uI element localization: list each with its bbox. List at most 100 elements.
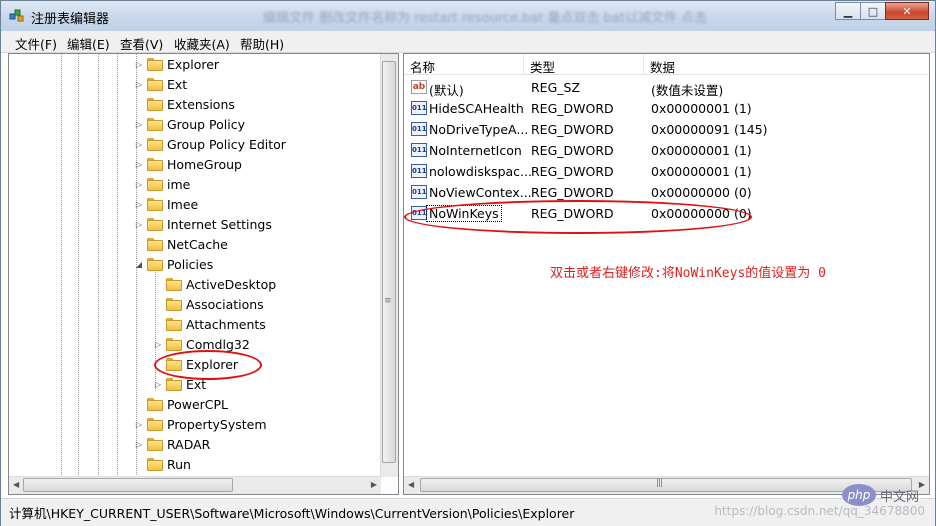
tree-guide-line xyxy=(78,54,79,477)
tree-item-label: Run xyxy=(167,456,191,472)
scroll-left-icon[interactable]: ◀ xyxy=(408,480,414,489)
expand-arrow-icon[interactable]: ▷ xyxy=(133,220,145,229)
title-bar[interactable]: 注册表编辑器 编辑文件 删改文件名称为 restart resource.bat… xyxy=(1,1,935,31)
menu-file[interactable]: 文件(F) xyxy=(15,34,57,53)
expand-arrow-icon[interactable]: ▷ xyxy=(133,60,145,69)
tree-item[interactable]: PowerCPL xyxy=(133,394,228,414)
tree-item[interactable]: ▷ HomeGroup xyxy=(133,154,242,174)
watermark-url: https://blog.csdn.net/qq_34678800 xyxy=(714,504,925,518)
scrollbar-thumb[interactable] xyxy=(420,478,912,492)
maximize-button[interactable]: □ xyxy=(860,2,886,20)
tree-item-label: Imee xyxy=(167,196,199,212)
folder-icon xyxy=(147,137,163,151)
minimize-icon: ▁ xyxy=(843,4,853,18)
expand-arrow-icon[interactable]: ▷ xyxy=(133,420,145,429)
tree-horizontal-scrollbar[interactable]: ◀ ▶ xyxy=(9,476,381,494)
menu-help[interactable]: 帮助(H) xyxy=(240,34,284,53)
tree-item[interactable]: ▷ ime xyxy=(133,174,190,194)
folder-icon xyxy=(147,57,163,71)
list-item[interactable]: 011 HideSCAHealth REG_DWORD 0x00000001 (… xyxy=(404,98,924,119)
expand-arrow-icon[interactable]: ▷ xyxy=(152,340,164,349)
tree-item-label: Ext xyxy=(167,76,188,92)
string-value-icon: ab xyxy=(411,80,427,94)
grip-icon: ≡ xyxy=(384,296,391,306)
scroll-right-icon[interactable]: ▶ xyxy=(371,480,377,489)
list-item[interactable]: 011 NoViewContex... REG_DWORD 0x00000000… xyxy=(404,182,924,203)
tree-item[interactable]: ▷ Group Policy Editor xyxy=(133,134,286,154)
dword-value-icon: 011 xyxy=(411,143,427,157)
menu-favorites[interactable]: 收藏夹(A) xyxy=(174,34,230,53)
tree-item-label: Group Policy Editor xyxy=(167,136,286,152)
value-data: 0x00000001 (1) xyxy=(651,143,752,158)
tree-item[interactable]: Associations xyxy=(152,294,264,314)
key-tree-pane[interactable]: ▷ Explorer ▷ Ext Extensions ▷ Group Policy … xyxy=(8,53,399,495)
highlight-ellipse xyxy=(154,350,262,380)
list-item[interactable]: 011 NoInternetIcon REG_DWORD 0x00000001 … xyxy=(404,140,924,161)
tree-item[interactable]: Run xyxy=(133,454,191,474)
tree-item[interactable]: ▷ Internet Settings xyxy=(133,214,272,234)
tree-item[interactable]: ▷ Ext xyxy=(133,74,187,94)
menu-edit[interactable]: 编辑(E) xyxy=(67,34,110,53)
maximize-icon: □ xyxy=(867,4,879,18)
expand-arrow-icon[interactable]: ▷ xyxy=(152,380,164,389)
expand-arrow-icon[interactable]: ▷ xyxy=(133,140,145,149)
annotation-text: 双击或者右键修改:将NoWinKeys的值设置为 0 xyxy=(550,266,826,281)
scrollbar-thumb[interactable] xyxy=(382,61,396,463)
expand-arrow-icon[interactable]: ▷ xyxy=(133,200,145,209)
tree-item[interactable]: Attachments xyxy=(152,314,266,334)
scroll-left-icon[interactable]: ◀ xyxy=(13,480,19,489)
close-icon: ✕ xyxy=(902,4,912,18)
value-type: REG_DWORD xyxy=(531,164,614,179)
folder-icon xyxy=(147,77,163,91)
close-button[interactable]: ✕ xyxy=(885,2,929,20)
tree-guide-line xyxy=(98,54,99,477)
value-data: 0x00000001 (1) xyxy=(651,101,752,116)
expand-arrow-icon[interactable]: ▷ xyxy=(133,160,145,169)
value-data: 0x00000000 (0) xyxy=(651,185,752,200)
list-item[interactable]: 011 NoDriveTypeA... REG_DWORD 0x00000091… xyxy=(404,119,924,140)
expand-arrow-icon[interactable]: ▷ xyxy=(133,180,145,189)
tree-item-label: Attachments xyxy=(186,316,266,332)
folder-icon xyxy=(147,417,163,431)
list-item[interactable]: ab (默认) REG_SZ (数值未设置) xyxy=(404,77,924,98)
tree-item[interactable]: ActiveDesktop xyxy=(152,274,276,294)
minimize-button[interactable]: ▁ xyxy=(835,2,861,20)
column-header-type[interactable]: 类型 xyxy=(524,54,644,75)
tree-guide-line xyxy=(117,54,118,477)
folder-icon xyxy=(147,177,163,191)
scrollbar-thumb[interactable] xyxy=(23,478,233,492)
tree-item[interactable]: ▷ Imee xyxy=(133,194,198,214)
value-type: REG_DWORD xyxy=(531,122,614,137)
tree-vertical-scrollbar[interactable]: ≡ xyxy=(380,54,398,477)
tree-item[interactable]: ▷ Explorer xyxy=(133,54,219,74)
php-logo: php xyxy=(841,484,876,506)
tree-item[interactable]: ▷ Group Policy xyxy=(133,114,245,134)
tree-item-label: Policies xyxy=(167,256,214,272)
tree-item[interactable]: ◢ Policies xyxy=(133,254,213,274)
registry-editor-window: 注册表编辑器 编辑文件 删改文件名称为 restart resource.bat… xyxy=(0,0,936,526)
expand-arrow-icon[interactable]: ▷ xyxy=(133,440,145,449)
value-name: nolowdiskspac... xyxy=(429,164,532,179)
folder-icon xyxy=(147,97,163,111)
tree-item[interactable]: ▷ RADAR xyxy=(133,434,210,454)
tree-guide-line xyxy=(61,54,62,477)
tree-item[interactable]: Extensions xyxy=(133,94,235,114)
tree-item-label: Internet Settings xyxy=(167,216,272,232)
collapse-arrow-icon[interactable]: ◢ xyxy=(133,260,145,269)
folder-icon xyxy=(166,277,182,291)
folder-icon xyxy=(147,117,163,131)
tree-item-label: Explorer xyxy=(167,56,220,72)
column-header-name[interactable]: 名称 xyxy=(404,54,524,75)
expand-arrow-icon[interactable]: ▷ xyxy=(133,120,145,129)
folder-icon xyxy=(147,437,163,451)
folder-icon xyxy=(147,157,163,171)
value-list-pane[interactable]: 名称 类型 数据 ab (默认) REG_SZ (数值未设置) 011 Hide… xyxy=(403,53,930,495)
menu-view[interactable]: 查看(V) xyxy=(120,34,163,53)
list-item[interactable]: 011 nolowdiskspac... REG_DWORD 0x0000000… xyxy=(404,161,924,182)
tree-item-label: Comdlg32 xyxy=(186,336,250,352)
tree-item[interactable]: ▷ PropertySystem xyxy=(133,414,267,434)
tree-item[interactable]: NetCache xyxy=(133,234,228,254)
expand-arrow-icon[interactable]: ▷ xyxy=(133,80,145,89)
column-header-data[interactable]: 数据 xyxy=(644,54,929,75)
folder-icon xyxy=(147,457,163,471)
